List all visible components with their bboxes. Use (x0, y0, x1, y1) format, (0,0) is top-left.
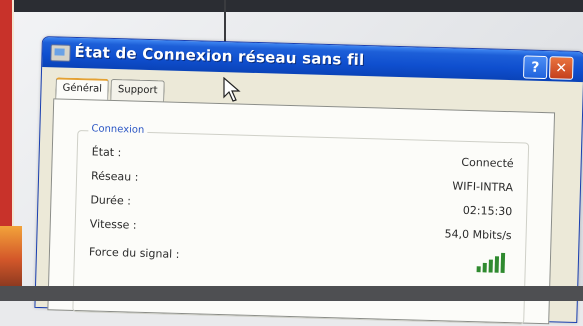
close-button[interactable]: ✕ (548, 56, 574, 80)
network-value: WIFI-INTRA (452, 179, 514, 195)
network-icon (50, 44, 71, 62)
signal-bar (500, 252, 506, 274)
status-label: État : (91, 145, 122, 160)
background-object (0, 226, 22, 286)
speed-label: Vitesse : (89, 217, 137, 232)
wireless-status-window: État de Connexion réseau sans fil ? ✕ Gé… (34, 36, 583, 325)
speed-value: 54,0 Mbits/s (444, 227, 512, 243)
duration-label: Durée : (90, 193, 132, 208)
signal-bar (476, 266, 481, 273)
signal-bar (494, 256, 500, 273)
window-title: État de Connexion réseau sans fil (74, 42, 365, 70)
desk-edge (0, 286, 583, 301)
mouse-pointer-icon (223, 77, 241, 102)
signal-row: Force du signal : (89, 245, 511, 277)
cable (224, 0, 226, 46)
duration-value: 02:15:30 (462, 203, 513, 219)
signal-bar (482, 262, 487, 273)
status-value: Connecté (461, 155, 514, 171)
network-label: Réseau : (90, 169, 139, 184)
signal-label: Force du signal : (88, 245, 180, 261)
connection-group-label: Connexion (88, 123, 148, 136)
help-button[interactable]: ? (523, 55, 548, 80)
signal-bar (488, 259, 493, 273)
monitor-bezel (0, 0, 583, 12)
signal-strength-icon (476, 252, 506, 274)
tab-general[interactable]: Général (55, 77, 110, 101)
tab-support[interactable]: Support (110, 78, 165, 103)
